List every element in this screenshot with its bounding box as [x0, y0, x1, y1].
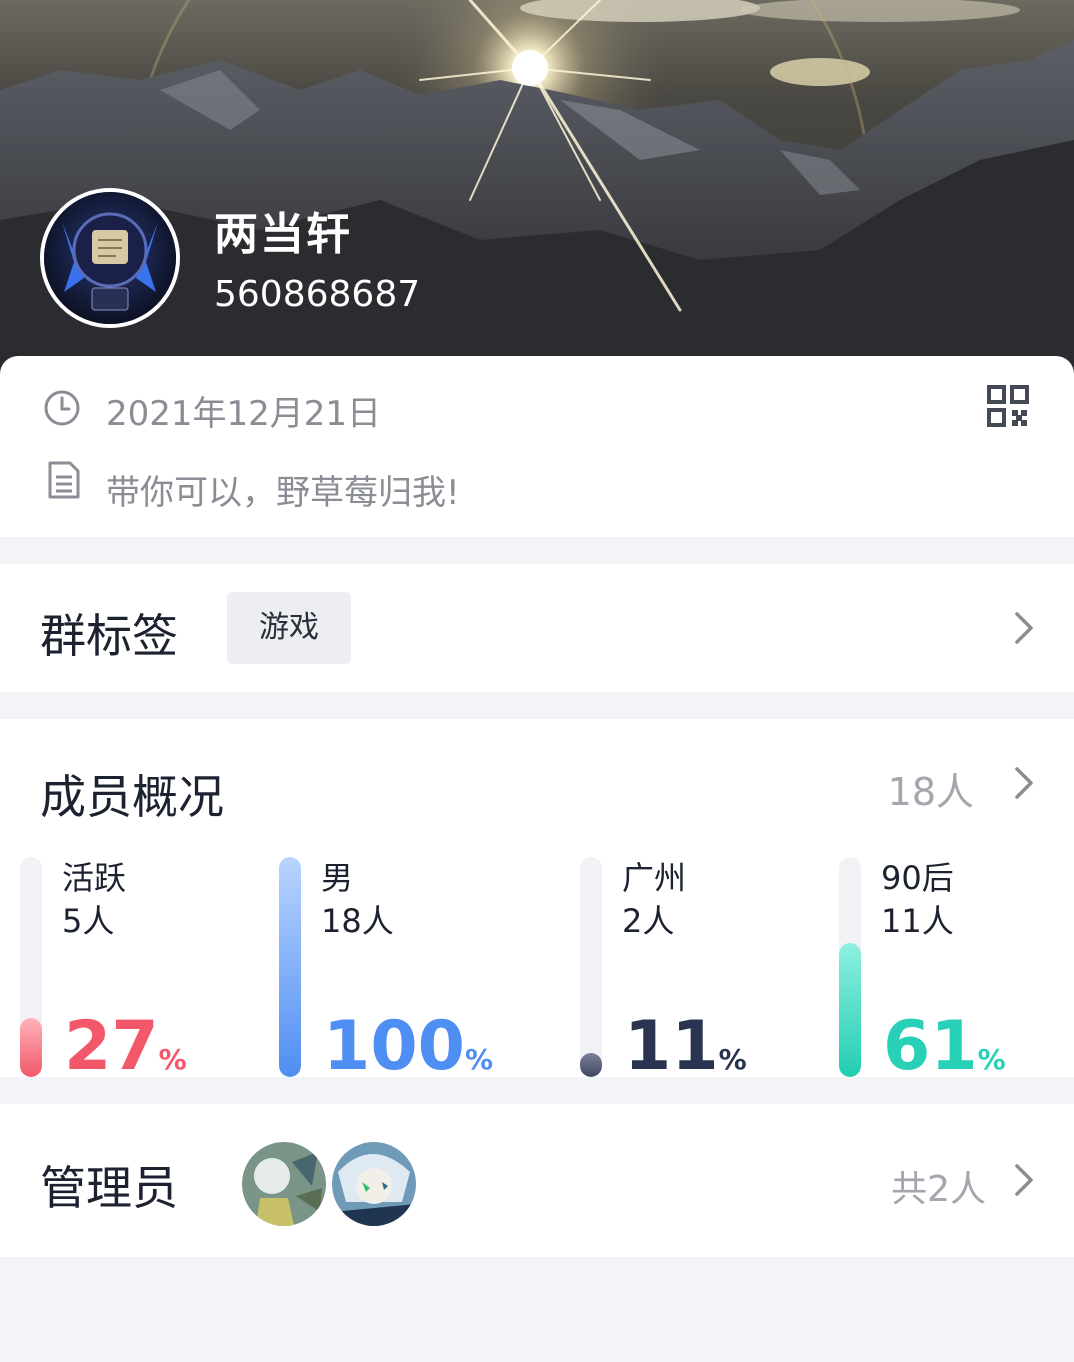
group-header: 两当轩 560868687 [0, 0, 1074, 380]
chevron-right-icon [1015, 612, 1033, 644]
chevron-right-icon [1015, 1164, 1033, 1196]
stat-count: 11人 [881, 902, 954, 940]
member-stat: 活跃 5人 27% [20, 857, 280, 1086]
member-overview-title: 成员概况 [40, 770, 224, 824]
admin-avatar[interactable] [330, 1140, 418, 1228]
stat-label: 活跃 [62, 859, 127, 897]
created-date: 2021年12月21日 [106, 394, 382, 434]
stat-count: 5人 [62, 902, 115, 940]
stat-percent-unit: % [977, 1043, 1006, 1076]
stat-count: 18人 [321, 902, 394, 940]
stat-progress-fill [20, 1018, 42, 1077]
stat-progress-track [279, 857, 301, 1077]
member-stat: 90后 11人 61% [839, 857, 1074, 1086]
member-overview: 成员概况 18人 活跃 5人 27% 男 18人 100% 广州 2人 11% 90后 11人 61% [0, 719, 1074, 1086]
stat-progress-track [580, 857, 602, 1077]
stat-percent: 27% [64, 1007, 187, 1100]
group-id[interactable]: 560868687 [214, 274, 420, 315]
stat-percent: 11% [624, 1007, 747, 1100]
stat-count: 2人 [622, 902, 675, 940]
stat-percent-unit: % [158, 1043, 187, 1076]
document-icon [48, 461, 80, 499]
stat-percent-value: 27 [64, 1007, 159, 1086]
stat-percent-value: 11 [624, 1007, 719, 1086]
tag-chip-game[interactable]: 游戏 [227, 592, 351, 664]
member-total[interactable]: 18人 [888, 761, 974, 816]
group-tags-row[interactable]: 群标签 游戏 [0, 564, 1074, 692]
group-tags-title: 群标签 [40, 609, 178, 663]
stat-progress-track [20, 857, 42, 1077]
stat-label: 广州 [622, 859, 687, 897]
member-stat: 男 18人 100% [279, 857, 539, 1086]
stat-percent: 61% [883, 1007, 1006, 1100]
stat-progress-fill [279, 857, 301, 1077]
stat-progress-fill [839, 943, 861, 1077]
stat-percent-value: 100 [323, 1007, 465, 1086]
stat-progress-track [839, 857, 861, 1077]
stat-percent-unit: % [718, 1043, 747, 1076]
admin-row[interactable]: 管理员 共2人 [0, 1104, 1074, 1257]
admin-title: 管理员 [40, 1161, 178, 1215]
stat-percent-unit: % [464, 1043, 494, 1076]
stat-label: 90后 [881, 859, 954, 897]
group-description: 带你可以，野草莓归我! [106, 473, 460, 513]
clock-icon [44, 390, 80, 426]
admin-avatar[interactable] [240, 1140, 328, 1228]
stat-progress-fill [580, 1053, 602, 1077]
member-stat: 广州 2人 11% [580, 857, 840, 1086]
admin-total: 共2人 [891, 1169, 986, 1210]
cover-photo [0, 0, 1074, 380]
chevron-right-icon[interactable] [1012, 765, 1036, 801]
stat-percent: 100% [323, 1007, 493, 1100]
group-avatar[interactable] [40, 188, 180, 328]
group-name: 两当轩 [214, 209, 352, 260]
stat-label: 男 [321, 859, 354, 897]
stat-percent-value: 61 [883, 1007, 978, 1086]
qr-code-icon[interactable] [986, 384, 1030, 428]
